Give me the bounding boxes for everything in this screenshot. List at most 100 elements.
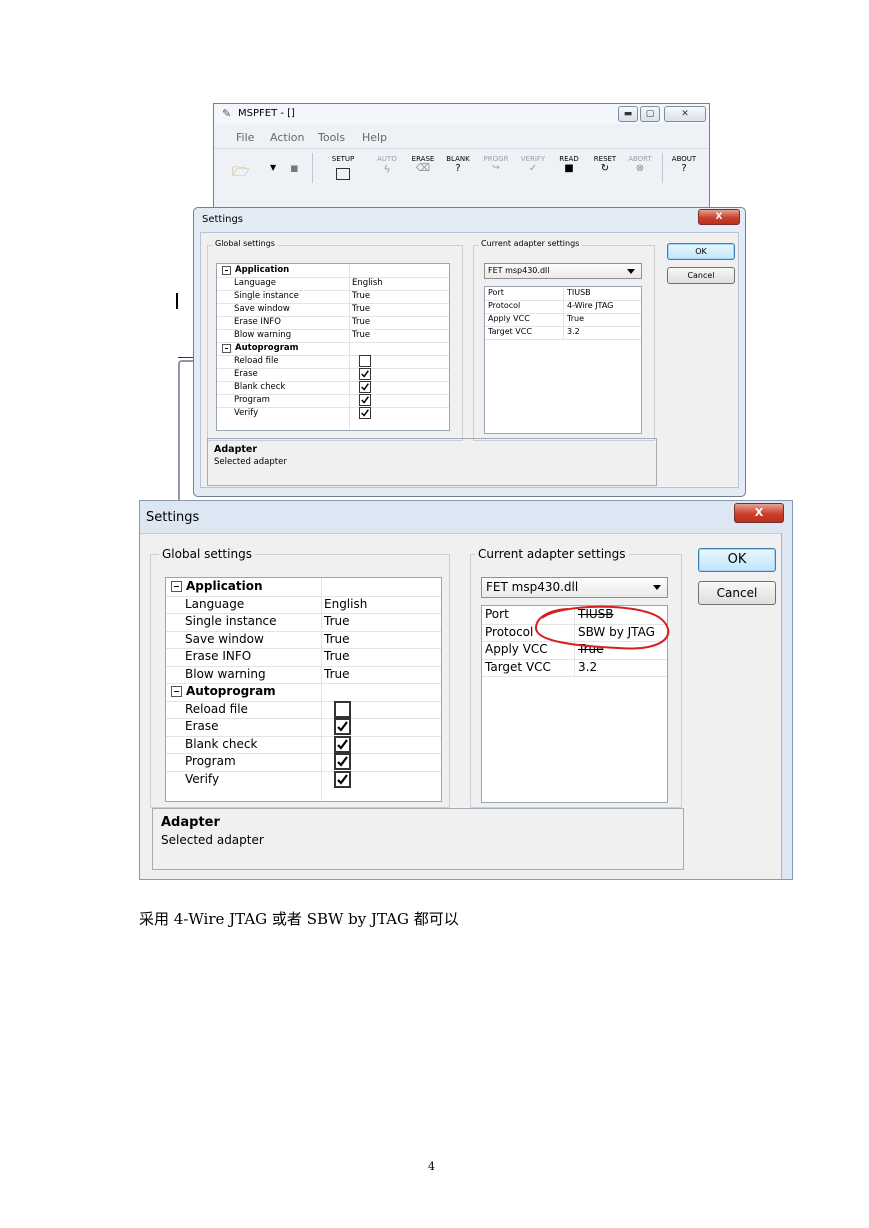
reset-icon: ↻: [600, 163, 610, 174]
setup-icon: [336, 168, 350, 180]
dialog-1-cancel-button[interactable]: Cancel: [667, 267, 735, 284]
setting-value[interactable]: True: [324, 614, 350, 628]
toolbar-blank[interactable]: BLANK ?: [445, 155, 471, 174]
checkbox-blank-check[interactable]: [359, 381, 371, 393]
settings-dialog-2: Settings X Global settings Application L…: [139, 500, 793, 880]
dialog-2-ok-button[interactable]: OK: [698, 548, 776, 572]
menu-file[interactable]: File: [236, 131, 254, 144]
setting-name: Reload file: [185, 701, 248, 716]
toolbar-auto[interactable]: AUTO ϟ: [374, 155, 400, 176]
setting-name: Blank check: [234, 382, 286, 392]
checkbox-reload-file[interactable]: [334, 700, 351, 718]
autoprogram-heading: Autoprogram: [235, 343, 299, 353]
toolbar-reset[interactable]: RESET ↻: [592, 155, 618, 174]
toolbar-verify[interactable]: VERIFY ✓: [518, 155, 548, 174]
collapse-application-icon[interactable]: [171, 581, 182, 592]
setting-value[interactable]: English: [324, 597, 367, 611]
lightning-icon: ϟ: [383, 163, 391, 176]
setting-name: Erase: [185, 719, 219, 733]
open-folder-icon[interactable]: 🗁: [232, 161, 249, 185]
setting-value[interactable]: True: [324, 649, 350, 663]
adapter-setting-value[interactable]: 4-Wire JTAG: [567, 301, 613, 310]
setting-value[interactable]: True: [352, 317, 370, 327]
setting-name: Language: [185, 596, 245, 611]
checkbox-program[interactable]: [359, 394, 371, 406]
setting-name: Save window: [234, 304, 290, 314]
setting-name: Save window: [185, 631, 264, 646]
app-icon: ✎: [222, 107, 232, 120]
adapter-select[interactable]: FET msp430.dll: [484, 263, 642, 279]
collapse-autoprogram-icon[interactable]: [222, 344, 231, 353]
adapter-setting-name: Port: [488, 288, 504, 297]
toolbar-progr[interactable]: PROGR ↪: [482, 155, 510, 173]
checkbox-program[interactable]: [334, 753, 351, 770]
info-text: Selected adapter: [214, 457, 287, 467]
toolbar-about[interactable]: ABOUT ?: [670, 155, 698, 174]
setting-name: Erase: [234, 369, 258, 379]
background-cursor: [176, 293, 178, 309]
setting-value[interactable]: True: [324, 667, 350, 681]
global-settings-label: Global settings: [159, 547, 255, 561]
adapter-setting-name: Protocol: [485, 624, 534, 639]
adapter-setting-name: Target VCC: [488, 327, 532, 336]
save-icon[interactable]: ▪: [290, 161, 299, 176]
collapse-autoprogram-icon[interactable]: [171, 686, 182, 697]
adapter-setting-value[interactable]: 3.2: [578, 660, 597, 674]
minimize-button[interactable]: ▬: [618, 106, 638, 122]
toolbar-erase[interactable]: ERASE ⌫: [410, 155, 436, 174]
setting-name: Verify: [185, 771, 220, 786]
setting-name: Reload file: [234, 356, 279, 366]
adapter-settings-label: Current adapter settings: [478, 239, 583, 248]
autoprogram-heading: Autoprogram: [186, 684, 276, 698]
setting-value[interactable]: True: [324, 632, 350, 646]
dialog-1-title: Settings: [202, 214, 244, 225]
setting-name: Language: [234, 278, 276, 288]
setting-value[interactable]: True: [352, 291, 370, 301]
dialog-1-close-button[interactable]: X: [698, 209, 740, 225]
checkbox-erase[interactable]: [334, 718, 351, 735]
global-settings-grid[interactable]: Application Language English Single insta…: [216, 263, 450, 431]
adapter-setting-name: Protocol: [488, 301, 521, 310]
adapter-setting-name: Port: [485, 607, 509, 621]
global-settings-grid[interactable]: Application Language English Single insta…: [165, 577, 442, 802]
maximize-button[interactable]: ▢: [640, 106, 660, 122]
setting-name: Single instance: [234, 291, 299, 301]
dialog-1-ok-button[interactable]: OK: [667, 243, 735, 260]
adapter-setting-name: Target VCC: [485, 659, 551, 674]
adapter-setting-name: Apply VCC: [488, 314, 530, 323]
dialog-2-close-button[interactable]: X: [734, 503, 784, 523]
toolbar-setup[interactable]: SETUP: [330, 155, 356, 180]
menu-bar: File Action Tools Help: [214, 128, 709, 146]
info-text: Selected adapter: [161, 833, 264, 847]
caption: 采用 4-Wire JTAG 或者 SBW by JTAG 都可以: [139, 910, 459, 928]
dialog-2-cancel-button[interactable]: Cancel: [698, 581, 776, 605]
checkbox-blank-check[interactable]: [334, 735, 351, 753]
checkbox-verify[interactable]: [334, 770, 351, 788]
adapter-select[interactable]: FET msp430.dll: [481, 577, 668, 598]
annotation-circle: [534, 605, 670, 650]
collapse-application-icon[interactable]: [222, 266, 231, 275]
setting-value[interactable]: True: [352, 304, 370, 314]
adapter-settings-grid[interactable]: Port TIUSB Protocol 4-Wire JTAG Apply VCC T…: [484, 286, 642, 434]
adapter-settings-group: Current adapter settings FET msp430.dll …: [470, 547, 682, 808]
chevron-down-icon: [653, 585, 661, 590]
checkbox-reload-file[interactable]: [359, 355, 371, 367]
adapter-setting-value[interactable]: True: [567, 314, 584, 323]
abort-icon: ⊗: [635, 163, 645, 174]
adapter-setting-value[interactable]: TIUSB: [567, 288, 591, 297]
setting-name: Blow warning: [185, 666, 266, 681]
checkbox-erase[interactable]: [359, 368, 371, 380]
menu-action[interactable]: Action: [270, 131, 304, 144]
toolbar-abort[interactable]: ABORT ⊗: [626, 155, 654, 174]
checkbox-verify[interactable]: [359, 407, 371, 419]
menu-help[interactable]: Help: [362, 131, 387, 144]
chevron-down-icon[interactable]: ▼: [270, 163, 276, 172]
menu-tools[interactable]: Tools: [318, 131, 345, 144]
setting-name: Program: [185, 754, 236, 768]
mspfet-titlebar[interactable]: ✎ MSPFET - [] ▬ ▢ ✕: [214, 104, 709, 124]
adapter-setting-value[interactable]: 3.2: [567, 327, 580, 336]
close-button[interactable]: ✕: [664, 106, 706, 122]
toolbar-read[interactable]: READ ■: [556, 155, 582, 174]
setting-value[interactable]: English: [352, 278, 383, 288]
setting-value[interactable]: True: [352, 330, 370, 340]
